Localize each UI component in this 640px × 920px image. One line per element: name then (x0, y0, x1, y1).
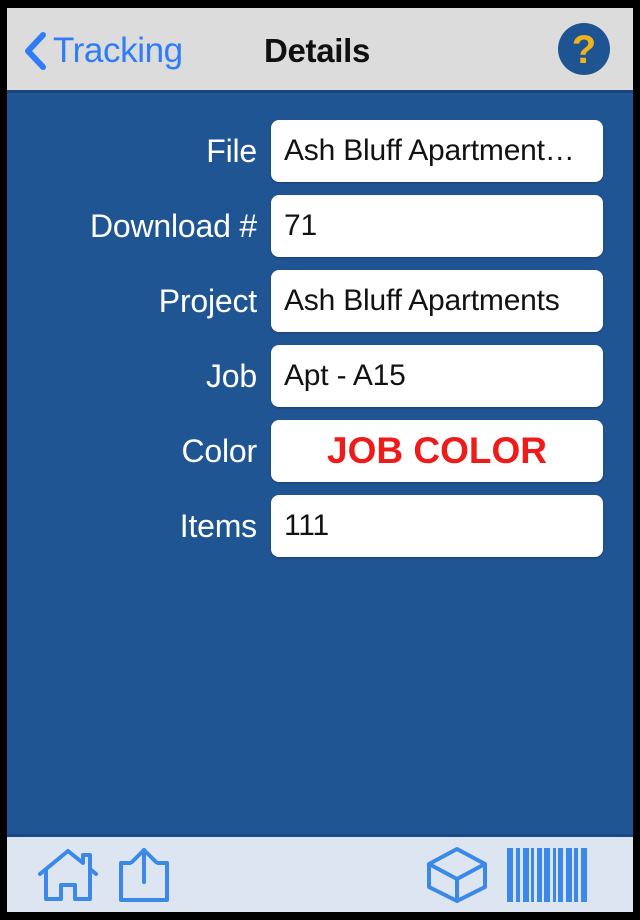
form-row-items: Items 111 (7, 495, 633, 557)
bottom-toolbar (7, 834, 633, 912)
field-text-job: Apt - A15 (284, 359, 406, 392)
field-value-download-number[interactable]: 71 (271, 195, 603, 257)
field-value-items[interactable]: 111 (271, 495, 603, 557)
device-frame: Tracking Details ? File Ash Bluff Apartm… (0, 0, 640, 920)
toolbar-package-button[interactable] (425, 846, 489, 904)
field-label-items: Items (179, 507, 257, 544)
page-title: Details (263, 31, 371, 69)
field-text-file: Ash Bluff Apartment… (284, 134, 575, 167)
form-row-job: Job Apt - A15 (7, 345, 633, 407)
app-screen: Tracking Details ? File Ash Bluff Apartm… (7, 8, 633, 912)
barcode-icon (507, 847, 587, 902)
field-value-color[interactable]: JOB COLOR (271, 420, 603, 482)
field-text-project: Ash Bluff Apartments (284, 284, 560, 317)
field-label-download-number: Download # (89, 207, 257, 244)
toolbar-share-button[interactable] (117, 846, 171, 904)
help-button[interactable]: ? (555, 20, 613, 78)
field-text-download-number: 71 (284, 209, 317, 242)
field-value-file[interactable]: Ash Bluff Apartment… (271, 120, 603, 182)
field-label-color: Color (181, 432, 258, 469)
cube-icon (425, 846, 489, 904)
navigation-bar: Tracking Details ? (7, 8, 633, 93)
field-value-job[interactable]: Apt - A15 (271, 345, 603, 407)
home-icon (37, 847, 99, 903)
toolbar-home-button[interactable] (37, 847, 99, 903)
share-icon (117, 846, 171, 904)
form-row-file: File Ash Bluff Apartment… (7, 120, 633, 182)
field-label-file: File (206, 132, 257, 169)
svg-text:?: ? (572, 28, 596, 72)
form-row-download-number: Download # 71 (7, 195, 633, 257)
question-mark-circle-icon: ? (555, 20, 613, 78)
field-label-job: Job (206, 357, 257, 394)
form-row-color: Color JOB COLOR (7, 420, 633, 482)
field-label-project: Project (158, 282, 257, 319)
toolbar-scan-button[interactable] (507, 846, 587, 904)
field-text-items: 111 (284, 509, 330, 542)
details-form: File Ash Bluff Apartment… Download # 71 … (7, 93, 633, 834)
field-text-color: JOB COLOR (327, 430, 547, 471)
field-value-project[interactable]: Ash Bluff Apartments (271, 270, 603, 332)
form-row-project: Project Ash Bluff Apartments (7, 270, 633, 332)
